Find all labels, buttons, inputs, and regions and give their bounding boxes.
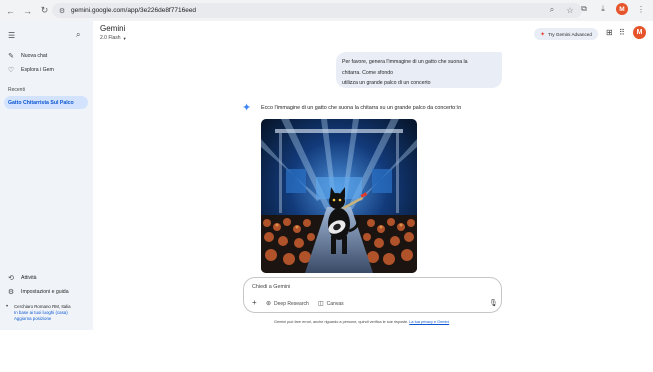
add-attachment-icon[interactable]: + bbox=[252, 298, 257, 307]
canvas-button[interactable]: ◫ Canvas bbox=[318, 300, 344, 308]
deep-research-label: Deep Research bbox=[274, 300, 309, 307]
forward-icon[interactable]: → bbox=[21, 4, 34, 17]
browser-toolbar: ← → ↻ ⚙ gemini.google.com/app/3e226de8f7… bbox=[0, 0, 653, 21]
gemini-reply-text: Ecco l'immagine di un gatto che suona la… bbox=[261, 105, 462, 111]
try-advanced-label: Try Gemini Advanced bbox=[548, 31, 592, 37]
location-info: • Cerchiaro Romano RM, Italia In base ai… bbox=[6, 304, 71, 322]
browser-menu-icon[interactable]: ⋮ bbox=[635, 3, 647, 15]
gemini-logo-icon: ✦ bbox=[242, 102, 252, 114]
microphone-icon[interactable]: 🎙 bbox=[489, 299, 498, 307]
apps-grid-icon[interactable]: ⠿ bbox=[619, 28, 625, 37]
gem-icon: ♡ bbox=[7, 67, 15, 74]
explore-gems-label: Esplora i Gem bbox=[21, 67, 54, 73]
gear-icon: ⚙ bbox=[7, 289, 15, 296]
activity-button[interactable]: ⟲ Attività bbox=[6, 274, 37, 282]
disclaimer: Gemini può fare errori, anche riguardo a… bbox=[274, 320, 449, 324]
canvas-icon: ◫ bbox=[318, 301, 324, 307]
canvas-label: Canvas bbox=[326, 300, 344, 307]
menu-icon[interactable]: ☰ bbox=[8, 31, 15, 40]
new-chat-button[interactable]: ✎ Nuova chat bbox=[6, 52, 47, 60]
deep-research-icon: ⊛ bbox=[266, 301, 272, 307]
try-advanced-button[interactable]: ✦ Try Gemini Advanced bbox=[534, 28, 598, 40]
user-message-line: utilizza un grande palco di un concerto bbox=[342, 80, 431, 86]
user-message-line: Per favore, genera l'immagine di un gatt… bbox=[342, 59, 468, 65]
sparkle-icon: ✦ bbox=[540, 31, 546, 38]
browser-profile-avatar[interactable]: M bbox=[616, 3, 628, 15]
privacy-link[interactable]: La tua privacy e Gemini bbox=[409, 320, 449, 324]
model-label: 2.0 Flash bbox=[100, 35, 121, 41]
settings-label: Impostazioni e guida bbox=[21, 289, 69, 295]
back-icon[interactable]: ← bbox=[4, 4, 17, 17]
model-selector[interactable]: 2.0 Flash ▼ bbox=[100, 35, 127, 41]
prompt-placeholder[interactable]: Chiedi a Gemini bbox=[252, 284, 290, 290]
new-chat-label: Nuova chat bbox=[21, 53, 48, 59]
history-icon: ⟲ bbox=[8, 275, 14, 282]
bookmark-star-icon[interactable]: ☆ bbox=[564, 4, 576, 16]
extensions-icon[interactable]: ⧉ bbox=[578, 3, 590, 15]
edit-icon: ✎ bbox=[8, 53, 14, 60]
deep-research-button[interactable]: ⊛ Deep Research bbox=[266, 300, 309, 308]
prompt-input[interactable]: Chiedi a Gemini + ⊛ Deep Research ◫ Canv… bbox=[243, 277, 502, 313]
recent-chat-item[interactable]: Gatto Chitarrista Sul Palco bbox=[4, 96, 88, 109]
recent-header: Recenti bbox=[8, 87, 25, 93]
disclaimer-text: Gemini può fare errori, anche riguardo a… bbox=[274, 320, 409, 324]
search-icon[interactable]: ⌕ bbox=[76, 30, 80, 40]
generated-image[interactable] bbox=[261, 119, 417, 273]
update-location-link[interactable]: Aggiorna posizione bbox=[14, 316, 71, 322]
settings-button[interactable]: ⚙ Impostazioni e guida bbox=[6, 288, 69, 296]
url-text[interactable]: gemini.google.com/app/3e226de8f7716eed bbox=[71, 7, 196, 14]
sidebar: ☰ ⌕ ✎ Nuova chat ♡ Esplora i Gem Recenti… bbox=[0, 21, 93, 330]
zoom-icon[interactable]: ⌕ bbox=[546, 4, 558, 16]
address-bar[interactable]: ⚙ gemini.google.com/app/3e226de8f7716eed… bbox=[52, 3, 582, 18]
cat-guitar-concert-illustration bbox=[261, 119, 417, 273]
site-info-icon[interactable]: ⚙ bbox=[56, 5, 68, 17]
download-icon[interactable]: ⤓ bbox=[597, 3, 609, 15]
user-message-line: chitarra. Come sfondo bbox=[342, 69, 394, 76]
gift-icon[interactable]: ⊞ bbox=[606, 28, 613, 37]
user-message: Per favore, genera l'immagine di un gatt… bbox=[336, 52, 502, 88]
activity-label: Attività bbox=[21, 275, 37, 281]
chevron-down-icon: ▼ bbox=[122, 35, 127, 41]
app-title[interactable]: Gemini bbox=[100, 24, 125, 33]
avatar[interactable]: M bbox=[633, 26, 646, 39]
location-dot-icon: • bbox=[6, 304, 9, 310]
explore-gems-button[interactable]: ♡ Esplora i Gem bbox=[6, 66, 54, 74]
reload-icon[interactable]: ↻ bbox=[38, 4, 51, 17]
